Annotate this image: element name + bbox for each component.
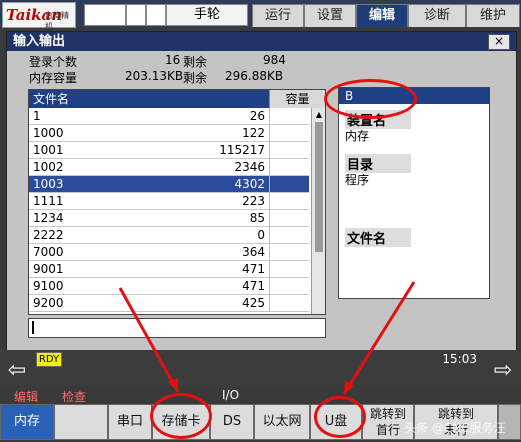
- memory-capacity-value: 203.13KB: [125, 69, 184, 83]
- file-name-cell: 9001: [33, 262, 64, 276]
- table-row[interactable]: 9200 425: [29, 295, 309, 312]
- annotation-ring-device: [324, 79, 417, 119]
- file-name-cell: 1001: [33, 143, 64, 157]
- softkey-memory[interactable]: 内存: [0, 404, 54, 440]
- remain-capacity-value: 296.88KB: [225, 69, 284, 83]
- file-size-cell: 122: [242, 126, 265, 140]
- remain-count-label: 剩余: [183, 55, 208, 69]
- ready-indicator: RDY: [36, 352, 62, 367]
- file-size-cell: 26: [249, 109, 265, 123]
- scrollbar[interactable]: ▲: [311, 108, 325, 314]
- file-name-cell: 1234: [33, 211, 64, 225]
- column-divider: [269, 210, 270, 227]
- forward-arrow-icon[interactable]: ⇨: [492, 358, 514, 384]
- file-size-cell: 0: [257, 228, 265, 242]
- column-divider: [269, 227, 270, 244]
- annotation-ring-card: [150, 393, 212, 439]
- table-row[interactable]: 9100 471: [29, 278, 309, 295]
- file-size-cell: 471: [242, 279, 265, 293]
- status-field-2: [126, 4, 146, 26]
- status-field-1: [84, 4, 126, 26]
- file-size-cell: 364: [242, 245, 265, 259]
- tab-edit[interactable]: 编辑: [356, 4, 408, 27]
- file-size-cell: 471: [242, 262, 265, 276]
- tab-run[interactable]: 运行: [252, 4, 304, 27]
- file-list-table: 文件名 容量 1 26 1000 122 1001 115217 1002 2346 1003 4…: [28, 89, 326, 315]
- mode-check: 检查: [62, 390, 87, 404]
- file-name-cell: 2222: [33, 228, 64, 242]
- table-row[interactable]: 1003 4302: [29, 176, 309, 193]
- text-cursor: [32, 321, 34, 334]
- file-name-cell: 1003: [33, 177, 64, 191]
- remain-count-value: 984: [263, 53, 286, 67]
- table-row[interactable]: 2222 0: [29, 227, 309, 244]
- clock: 15:03: [442, 352, 477, 366]
- status-field-3: [146, 4, 166, 26]
- registered-count-value: 16: [165, 53, 181, 67]
- file-name-cell: 9100: [33, 279, 64, 293]
- registered-count-label: 登录个数: [29, 55, 78, 69]
- table-row[interactable]: 1111 223: [29, 193, 309, 210]
- window-title: 输入输出: [7, 32, 516, 51]
- file-size-cell: 425: [242, 296, 265, 310]
- file-name-cell: 1000: [33, 126, 64, 140]
- column-divider: [269, 261, 270, 278]
- table-row[interactable]: 9001 471: [29, 261, 309, 278]
- table-row[interactable]: 1002 2346: [29, 159, 309, 176]
- column-divider: [269, 193, 270, 210]
- column-divider: [269, 108, 270, 125]
- mode-io: I/O: [222, 388, 240, 402]
- column-header-filename[interactable]: 文件名: [29, 90, 269, 108]
- file-name-cell: 1002: [33, 160, 64, 174]
- column-divider: [269, 142, 270, 159]
- file-name-cell: 9200: [33, 296, 64, 310]
- handwheel-indicator: 手轮: [166, 4, 248, 26]
- column-divider: [269, 125, 270, 142]
- mode-edit: 编辑: [14, 390, 39, 404]
- file-size-cell: 4302: [234, 177, 265, 191]
- softkey-serial[interactable]: 串口: [108, 404, 152, 440]
- file-size-cell: 2346: [234, 160, 265, 174]
- memory-capacity-label: 内存容量: [29, 71, 78, 85]
- file-size-cell: 115217: [219, 143, 265, 157]
- file-name-label: 文件名: [345, 228, 411, 247]
- table-row[interactable]: 1 26: [29, 108, 309, 125]
- annotation-ring-usb: [314, 396, 366, 438]
- table-row[interactable]: 1234 85: [29, 210, 309, 227]
- back-arrow-icon[interactable]: ⇦: [6, 358, 28, 384]
- softkey-ethernet[interactable]: 以太网: [254, 404, 310, 440]
- remain-capacity-label: 剩余: [183, 71, 208, 85]
- tab-maintenance[interactable]: 维护: [466, 4, 520, 27]
- file-size-cell: 223: [242, 194, 265, 208]
- logo-subtext: 台湾精机: [45, 11, 69, 31]
- device-detail-panel: B 装置名 内存 目录 程序 文件名: [338, 87, 490, 299]
- device-name-value: 内存: [345, 129, 370, 143]
- column-divider: [269, 244, 270, 261]
- softkey-blank[interactable]: [54, 404, 108, 440]
- table-row[interactable]: 7000 364: [29, 244, 309, 261]
- table-row[interactable]: 1001 115217: [29, 142, 309, 159]
- column-header-size[interactable]: 容量: [269, 90, 325, 108]
- file-name-cell: 1: [33, 109, 41, 123]
- directory-value: 程序: [345, 173, 370, 187]
- table-row[interactable]: 1000 122: [29, 125, 309, 142]
- scroll-thumb[interactable]: [315, 122, 323, 252]
- command-input[interactable]: [28, 318, 326, 338]
- column-divider: [269, 176, 270, 193]
- tab-settings[interactable]: 设置: [304, 4, 356, 27]
- brand-logo: Taikan 台湾精机: [2, 2, 76, 31]
- file-name-cell: 1111: [33, 194, 64, 208]
- file-name-cell: 7000: [33, 245, 64, 259]
- softkey-ds[interactable]: DS: [210, 404, 254, 440]
- watermark: 头条 @CNC服务汪: [404, 421, 506, 435]
- scroll-up-icon[interactable]: ▲: [314, 110, 324, 120]
- column-divider: [269, 159, 270, 176]
- tab-diagnosis[interactable]: 诊断: [408, 4, 466, 27]
- file-size-cell: 85: [249, 211, 265, 225]
- close-button[interactable]: ×: [488, 34, 510, 50]
- column-divider: [269, 295, 270, 312]
- column-divider: [269, 278, 270, 295]
